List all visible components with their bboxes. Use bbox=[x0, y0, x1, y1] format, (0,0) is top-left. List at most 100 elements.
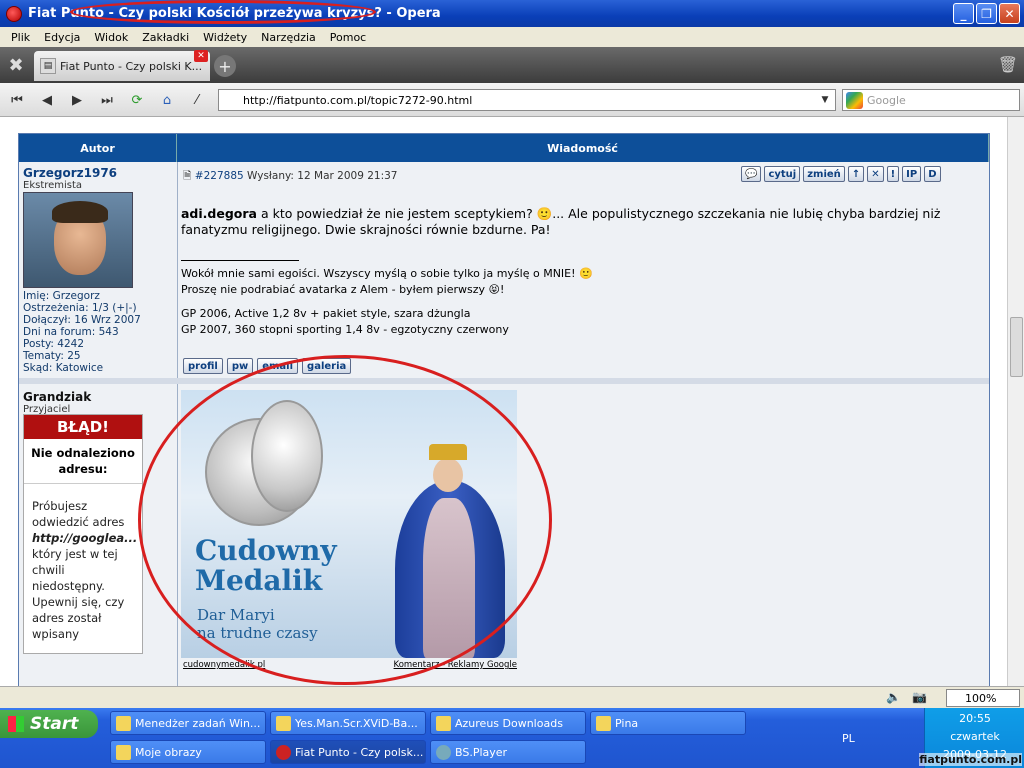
sig-line-4: GP 2007, 360 stopni sporting 1,4 8v - eg… bbox=[181, 323, 509, 336]
close-button[interactable]: ✕ bbox=[999, 3, 1020, 24]
search-field[interactable]: Google bbox=[842, 89, 1020, 111]
report-button[interactable]: ! bbox=[886, 166, 900, 182]
menu-plik[interactable]: Plik bbox=[4, 31, 37, 44]
post1-actions: 💬 cytuj zmień ↑ ✕ ! IP D bbox=[741, 166, 941, 182]
annotation-ring-ad bbox=[138, 355, 552, 685]
tab-close-icon[interactable]: ✕ bbox=[194, 50, 208, 62]
sig-line-2: Proszę nie podrabiać avatarka z Alem - b… bbox=[181, 283, 505, 296]
edit-label: zmień bbox=[807, 168, 841, 180]
task-label: Pina bbox=[615, 716, 639, 730]
post1-message: adi.degora a kto powiedział że nie jeste… bbox=[181, 206, 981, 238]
navigation-bar: ⏮ ◀ ▶ ⏭ ⟳ ⌂ ⁄ http://fiatpunto.com.pl/to… bbox=[0, 83, 1024, 117]
tab-label: Fiat Punto - Czy polski K... bbox=[60, 59, 203, 73]
task-azureus[interactable]: Azureus Downloads bbox=[430, 711, 586, 735]
task-label: Fiat Punto - Czy polsk... bbox=[295, 745, 424, 759]
task-my-pictures[interactable]: Moje obrazy bbox=[110, 740, 266, 764]
zoom-control[interactable]: 100% bbox=[946, 689, 1020, 707]
post1-meta: 🗎 #227885 Wysłany: 12 Mar 2009 21:37 bbox=[183, 168, 397, 186]
menu-bar: Plik Edycja Widok Zakładki Widżety Narzę… bbox=[0, 27, 1024, 47]
menu-widok[interactable]: Widok bbox=[87, 31, 135, 44]
task-bsplayer[interactable]: BS.Player bbox=[430, 740, 586, 764]
speaker-icon[interactable]: 🔈 bbox=[886, 690, 901, 704]
task-label: BS.Player bbox=[455, 745, 508, 759]
reload-icon[interactable]: ⟳ bbox=[126, 89, 148, 111]
address-url: http://fiatpunto.com.pl/topic7272-90.htm… bbox=[243, 93, 473, 107]
task-opera[interactable]: Fiat Punto - Czy polsk... bbox=[270, 740, 426, 764]
sig-line-1: Wokół mnie sami egoiści. Wszyscy myślą o… bbox=[181, 267, 593, 280]
start-button[interactable]: Start bbox=[0, 710, 98, 738]
quote-button[interactable]: cytuj bbox=[764, 166, 801, 182]
up-arrow-button[interactable]: ↑ bbox=[847, 166, 865, 182]
info-warnings: Ostrzeżenia: 1/3 (+|-) bbox=[23, 302, 137, 314]
vertical-scrollbar[interactable] bbox=[1007, 117, 1024, 686]
scrollbar-thumb[interactable] bbox=[1010, 317, 1023, 377]
comment-icon[interactable]: 💬 bbox=[741, 166, 762, 182]
sig-line-3: GP 2006, Active 1,2 8v + pakiet style, s… bbox=[181, 307, 471, 320]
error-text: Próbujesz odwiedzić adres http://googlea… bbox=[24, 484, 142, 653]
profile-button[interactable]: profil bbox=[183, 358, 223, 374]
info-posts: Posty: 4242 bbox=[23, 338, 85, 350]
task-pina[interactable]: Pina bbox=[590, 711, 746, 735]
zoom-value: 100% bbox=[965, 691, 997, 705]
fast-forward-icon[interactable]: ⏭ bbox=[96, 89, 118, 111]
post1-id[interactable]: #227885 bbox=[195, 170, 244, 182]
task-folder-yesman[interactable]: Yes.Man.Scr.XViD-Ba... bbox=[270, 711, 426, 735]
menu-widzety[interactable]: Widżety bbox=[196, 31, 254, 44]
post2-username[interactable]: Grandziak bbox=[23, 390, 91, 404]
post2-author: Grandziak Przyjaciel bbox=[23, 390, 91, 415]
post1-signature: Wokół mnie sami egoiści. Wszyscy myślą o… bbox=[181, 266, 981, 338]
tab-fiat-punto[interactable]: ▤ Fiat Punto - Czy polski K... ✕ bbox=[34, 50, 210, 81]
task-task-manager[interactable]: Menedżer zadań Win... bbox=[110, 711, 266, 735]
sig-spacer bbox=[181, 298, 981, 306]
header-author: Autor bbox=[19, 134, 177, 162]
maximize-button[interactable]: ❐ bbox=[976, 3, 997, 24]
camera-icon[interactable]: 📷 bbox=[912, 690, 927, 704]
error-text-1: Próbujesz odwiedzić adres bbox=[32, 499, 125, 529]
forward-icon[interactable]: ▶ bbox=[66, 89, 88, 111]
tools-icon[interactable]: ✖ bbox=[2, 51, 30, 79]
taskbar: Start Menedżer zadań Win... Yes.Man.Scr.… bbox=[0, 708, 1024, 768]
menu-pomoc[interactable]: Pomoc bbox=[323, 31, 373, 44]
error-notfound: Nie odnaleziono adresu: bbox=[24, 439, 142, 484]
trash-icon[interactable]: 🗑 bbox=[998, 55, 1018, 74]
folder-icon bbox=[596, 716, 611, 731]
post1-user-info: Imię: Grzegorz Ostrzeżenia: 1/3 (+|-) Do… bbox=[23, 290, 141, 374]
clock-time[interactable]: 20:55 bbox=[925, 712, 1024, 725]
edit-button[interactable]: zmień bbox=[803, 166, 845, 182]
task-label: Menedżer zadań Win... bbox=[135, 716, 261, 730]
post1-username[interactable]: Grzegorz1976 bbox=[23, 166, 117, 180]
post1-author: Grzegorz1976 Ekstremista bbox=[23, 166, 117, 191]
address-bar[interactable]: http://fiatpunto.com.pl/topic7272-90.htm… bbox=[218, 89, 836, 111]
quote-author: adi.degora bbox=[181, 206, 257, 221]
back-icon[interactable]: ◀ bbox=[36, 89, 58, 111]
address-dropdown-icon[interactable]: ▼ bbox=[817, 92, 833, 108]
error-text-2: który jest w tej chwili niedostępny. Upe… bbox=[32, 547, 125, 641]
folder-icon bbox=[276, 716, 291, 731]
minimize-button[interactable]: _ bbox=[953, 3, 974, 24]
opera-icon bbox=[276, 745, 291, 760]
monitor-icon bbox=[116, 716, 131, 731]
new-tab-button[interactable]: + bbox=[214, 55, 236, 77]
page-favicon-icon: ▤ bbox=[40, 58, 56, 74]
clock-day: czwartek bbox=[950, 730, 1000, 743]
menu-edycja[interactable]: Edycja bbox=[37, 31, 87, 44]
d-button[interactable]: D bbox=[924, 166, 941, 182]
ip-button[interactable]: IP bbox=[902, 166, 922, 182]
pm-button[interactable]: pw bbox=[226, 358, 254, 374]
rewind-icon[interactable]: ⏮ bbox=[6, 89, 28, 111]
windows-flag-icon bbox=[8, 716, 24, 732]
home-icon[interactable]: ⌂ bbox=[156, 89, 178, 111]
language-indicator[interactable]: PL bbox=[842, 732, 855, 745]
menu-zakladki[interactable]: Zakładki bbox=[135, 31, 196, 44]
signature-divider bbox=[181, 260, 299, 261]
search-placeholder: Google bbox=[867, 93, 906, 107]
delete-button[interactable]: ✕ bbox=[867, 166, 884, 182]
error-title: BŁĄD! bbox=[24, 415, 142, 439]
task-label: Yes.Man.Scr.XViD-Ba... bbox=[295, 716, 418, 730]
wand-icon[interactable]: ⁄ bbox=[186, 89, 208, 111]
message-text: a kto powiedział że nie jestem sceptykie… bbox=[181, 206, 941, 237]
menu-narzedzia[interactable]: Narzędzia bbox=[254, 31, 323, 44]
annotation-ring-title bbox=[70, 0, 376, 24]
avatar-error-frame: BŁĄD! Nie odnaleziono adresu: Próbujesz … bbox=[23, 414, 143, 654]
info-days: Dni na forum: 543 bbox=[23, 326, 119, 338]
